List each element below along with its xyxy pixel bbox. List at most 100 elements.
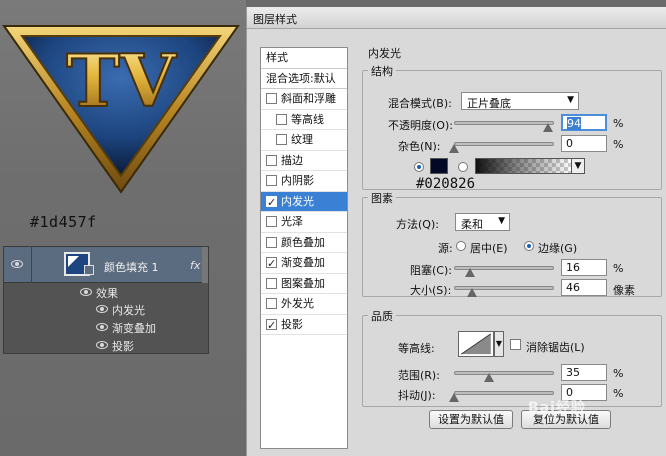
gradient-radio[interactable] [458, 162, 468, 172]
choke-slider-handle[interactable] [465, 268, 475, 277]
nav-item[interactable]: 投影 [261, 315, 347, 336]
range-slider[interactable] [454, 371, 554, 375]
nav-item-label: 光泽 [281, 215, 303, 228]
dialog-title: 图层样式 [247, 7, 666, 29]
effect-drop-shadow[interactable]: 投影 [112, 338, 134, 354]
nav-item-checkbox[interactable] [266, 93, 277, 104]
nav-item-checkbox[interactable] [276, 113, 287, 125]
fx-icon[interactable]: fx [190, 259, 200, 272]
nav-item-checkbox[interactable] [276, 134, 287, 145]
contour-picker-arrow-icon[interactable]: ▼ [494, 331, 504, 357]
nav-blend-options[interactable]: 混合选项:默认 [261, 69, 347, 89]
jitter-label: 抖动(J): [398, 389, 436, 402]
effect-inner-glow[interactable]: 内发光 [112, 302, 145, 318]
layer-scroll-tab[interactable] [202, 247, 208, 283]
range-input[interactable]: 35 [561, 364, 607, 381]
opacity-slider[interactable] [454, 121, 554, 125]
nav-item-label: 斜面和浮雕 [281, 92, 336, 105]
nav-item[interactable]: 内阴影 [261, 171, 347, 192]
range-slider-handle[interactable] [484, 373, 494, 382]
nav-item-checkbox[interactable] [266, 316, 277, 336]
canvas-area: TV #1d457f 颜色填充 1 fx 效果 内发光 渐变叠加 投影 [0, 0, 246, 456]
nav-item-label: 等高线 [291, 112, 324, 126]
jitter-unit: % [613, 387, 624, 400]
nav-item[interactable]: 纹理 [261, 130, 347, 151]
size-slider-handle[interactable] [467, 288, 477, 297]
nav-item[interactable]: 斜面和浮雕 [261, 89, 347, 110]
nav-item-label: 纹理 [291, 133, 313, 146]
noise-input[interactable]: 0 [561, 135, 607, 152]
nav-item[interactable]: 外发光 [261, 294, 347, 315]
source-edge-label[interactable]: 边缘(G) [538, 240, 577, 256]
opacity-label: 不透明度(O): [388, 119, 453, 132]
gradient-picker-arrow-icon[interactable]: ▼ [571, 158, 585, 174]
method-select[interactable]: 柔和 ▼ [455, 213, 510, 231]
contour-preview[interactable] [458, 331, 494, 357]
choke-label: 阻塞(C): [410, 264, 452, 277]
style-nav-list: 样式 混合选项:默认 斜面和浮雕等高线纹理描边内阴影内发光光泽颜色叠加渐变叠加图… [260, 47, 348, 449]
layer-row-color-fill[interactable]: 颜色填充 1 fx [4, 247, 208, 283]
nav-item-label: 内阴影 [281, 174, 314, 187]
structure-label: 结构 [368, 63, 396, 79]
nav-item[interactable]: 描边 [261, 151, 347, 171]
layer-name[interactable]: 颜色填充 1 [104, 259, 159, 275]
set-default-button[interactable]: 设置为默认值 [429, 410, 513, 429]
nav-item-label: 渐变叠加 [281, 256, 325, 269]
source-center-label[interactable]: 居中(E) [470, 240, 508, 256]
nav-item[interactable]: 渐变叠加 [261, 253, 347, 275]
nav-item[interactable]: 图案叠加 [261, 274, 347, 294]
nav-item-checkbox[interactable] [266, 236, 277, 248]
method-value: 柔和 [461, 218, 483, 231]
nav-item-label: 图案叠加 [281, 276, 325, 290]
effect-eye-icon[interactable] [96, 323, 108, 331]
nav-item[interactable]: 光泽 [261, 212, 347, 233]
chevron-down-icon: ▼ [567, 95, 574, 105]
source-edge-radio[interactable] [524, 241, 534, 251]
noise-slider-handle[interactable] [449, 144, 459, 153]
choke-unit: % [613, 262, 624, 275]
nav-item-checkbox[interactable] [266, 193, 277, 213]
effects-group-label[interactable]: 效果 [96, 285, 118, 301]
jitter-slider[interactable] [454, 391, 554, 395]
nav-styles-header[interactable]: 样式 [261, 48, 347, 69]
effect-gradient-overlay[interactable]: 渐变叠加 [112, 320, 156, 336]
visibility-eye-icon[interactable] [11, 260, 23, 268]
noise-unit: % [613, 138, 624, 151]
color-note-label: #1d457f [30, 213, 97, 231]
noise-slider[interactable] [454, 142, 554, 146]
nav-item-checkbox[interactable] [266, 175, 277, 186]
nav-item-label: 外发光 [281, 297, 314, 310]
blend-mode-select[interactable]: 正片叠底 ▼ [461, 92, 579, 110]
opacity-slider-handle[interactable] [543, 123, 553, 132]
nav-item-checkbox[interactable] [266, 216, 277, 227]
nav-item-checkbox[interactable] [266, 154, 277, 166]
antialias-label[interactable]: 消除锯齿(L) [526, 339, 585, 355]
nav-item[interactable]: 内发光 [261, 191, 347, 213]
logo-text: TV [66, 38, 177, 123]
choke-input[interactable]: 16 [561, 259, 607, 276]
range-unit: % [613, 367, 624, 380]
contour-label: 等高线: [398, 342, 435, 355]
solid-color-radio[interactable] [414, 162, 424, 172]
jitter-slider-handle[interactable] [449, 393, 459, 402]
noise-label: 杂色(N): [398, 140, 441, 153]
opacity-value: 94 [567, 117, 581, 130]
nav-item[interactable]: 颜色叠加 [261, 233, 347, 253]
size-input[interactable]: 46 [561, 279, 607, 296]
panel-title: 内发光 [368, 47, 401, 60]
opacity-input[interactable]: 94 [561, 114, 607, 131]
chevron-down-icon: ▼ [498, 216, 505, 226]
nav-item[interactable]: 等高线 [261, 110, 347, 130]
glow-color-swatch[interactable] [430, 158, 448, 174]
effect-eye-icon[interactable] [96, 341, 108, 349]
gradient-preview[interactable] [475, 158, 573, 174]
effects-eye-icon[interactable] [80, 288, 92, 296]
nav-item-checkbox[interactable] [266, 277, 277, 289]
source-center-radio[interactable] [456, 241, 466, 251]
nav-item-checkbox[interactable] [266, 298, 277, 309]
effect-eye-icon[interactable] [96, 305, 108, 313]
nav-item-checkbox[interactable] [266, 254, 277, 275]
nav-item-label: 颜色叠加 [281, 235, 325, 249]
antialias-checkbox[interactable] [510, 339, 521, 350]
layer-visibility-column [4, 247, 32, 283]
